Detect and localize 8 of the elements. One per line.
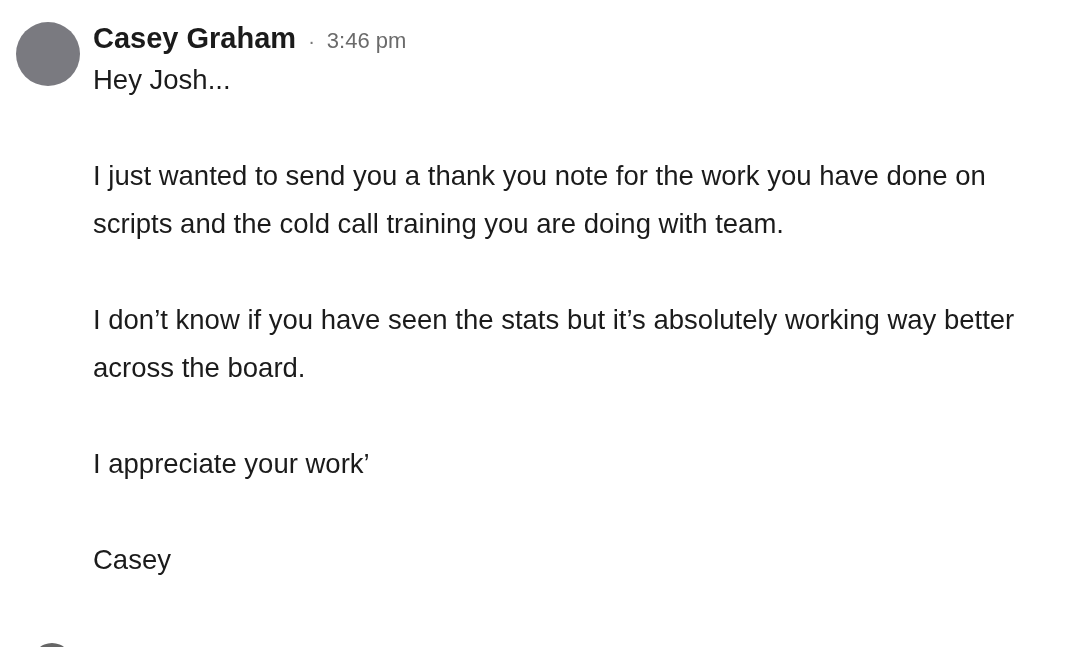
separator-dot: · (308, 30, 315, 53)
message-paragraph: Casey (93, 543, 172, 577)
sender-name: Casey Graham (93, 22, 297, 55)
message-paragraph: Hey Josh... (93, 63, 232, 97)
message-time: 3:46 pm (326, 28, 407, 54)
message-paragraph: I don’t know if you have seen the stats but it’s absolutely working way better across the board. (93, 303, 1016, 385)
message-paragraph: I just wanted to send you a thank you note for the work you have done on scripts and the cold call training you are doing with team. (93, 159, 987, 241)
message-paragraph: I appreciate your work’ (93, 447, 371, 481)
